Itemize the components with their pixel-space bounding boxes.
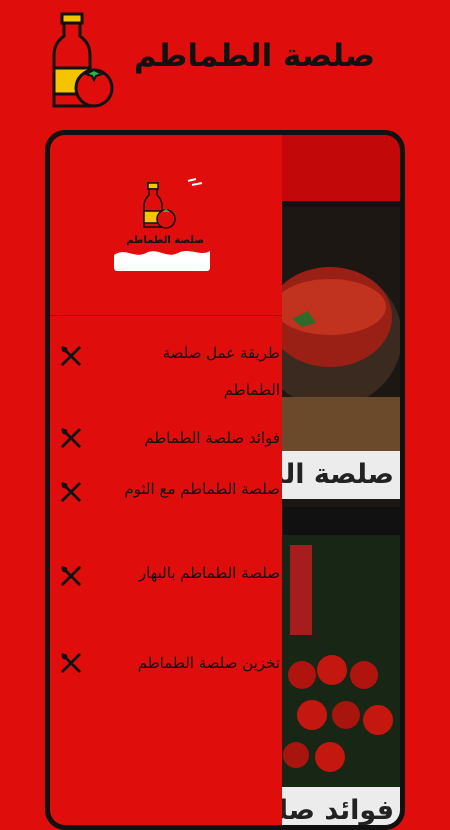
drawer-item-with-garlic[interactable]: صلصة الطماطم مع الثوم xyxy=(50,471,282,545)
fork-knife-icon xyxy=(61,653,81,673)
app-bar xyxy=(282,135,400,201)
drawer-item-benefits[interactable]: فوائد صلصة الطماطم xyxy=(50,420,282,457)
drawer-item-label: طريقة عمل صلصة الطماطم xyxy=(162,344,280,399)
card-title: صلصة الطماطم xyxy=(282,451,400,499)
fork-knife-icon xyxy=(61,346,81,366)
tomatoes-jars-image xyxy=(282,535,400,825)
fork-knife-icon xyxy=(61,566,81,586)
drawer-header: صلصة الطماطم xyxy=(50,135,282,315)
recipe-card[interactable]: فوائد صلصة الطماطم xyxy=(282,535,400,825)
drawer-item-label: فوائد صلصة الطماطم xyxy=(144,429,280,447)
app-header: صلصة الطماطم xyxy=(0,0,450,125)
card-title: فوائد صلصة الطماطم xyxy=(282,787,400,825)
drawer-item-storage[interactable]: تخزين صلصة الطماطم xyxy=(50,645,282,682)
recipe-card[interactable]: صلصة الطماطم xyxy=(282,207,400,507)
fork-knife-icon xyxy=(61,428,81,448)
page-title: صلصة الطماطم xyxy=(133,38,375,74)
app-logo: صلصة الطماطم xyxy=(114,175,210,271)
logo-icon xyxy=(114,178,210,271)
fork-knife-icon xyxy=(61,482,81,502)
drawer-item-label: صلصة الطماطم مع الثوم xyxy=(124,480,280,498)
navigation-drawer: صلصة الطماطم طريقة عمل صلصة الطماطم فوائ… xyxy=(50,135,282,825)
logo-text: صلصة الطماطم xyxy=(126,235,204,246)
ketchup-bottle-tomato-icon xyxy=(52,12,114,108)
drawer-item-with-spices[interactable]: صلصة الطماطم بالبهار xyxy=(50,555,282,629)
phone-frame: صلصة الطماطم فوائد صلصة الطماطم xyxy=(45,130,405,830)
drawer-item-label: تخزين صلصة الطماطم xyxy=(137,654,280,672)
drawer-item-label: صلصة الطماطم بالبهار xyxy=(138,564,280,582)
drawer-divider xyxy=(50,315,282,316)
drawer-item-how-to-make[interactable]: طريقة عمل صلصة الطماطم xyxy=(50,335,282,409)
